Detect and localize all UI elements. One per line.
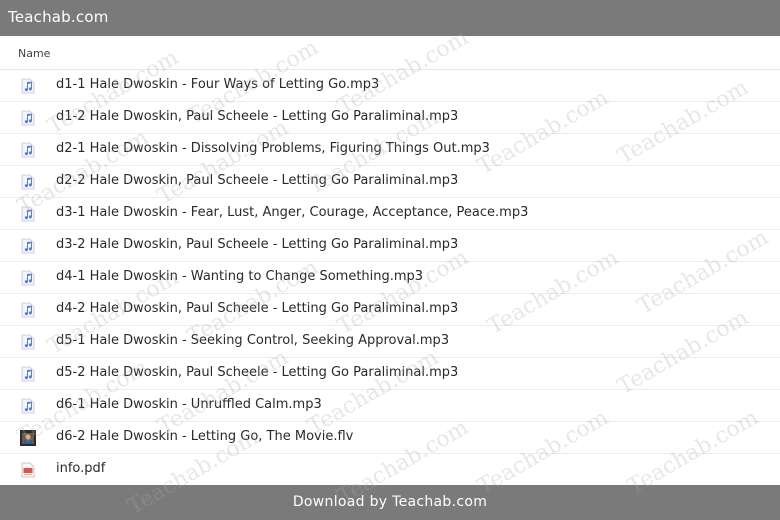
video-thumbnail-icon — [20, 430, 36, 446]
file-row[interactable]: d5-1 Hale Dwoskin - Seeking Control, See… — [0, 326, 780, 358]
audio-file-icon — [20, 174, 36, 190]
file-row[interactable]: d5-2 Hale Dwoskin, Paul Scheele - Lettin… — [0, 358, 780, 390]
file-name[interactable]: d6-1 Hale Dwoskin - Unruffled Calm.mp3 — [56, 397, 322, 412]
top-bar: Teachab.com — [0, 0, 780, 36]
file-row[interactable]: d6-2 Hale Dwoskin - Letting Go, The Movi… — [0, 422, 780, 454]
file-name[interactable]: d1-1 Hale Dwoskin - Four Ways of Letting… — [56, 77, 379, 92]
file-name[interactable]: d4-2 Hale Dwoskin, Paul Scheele - Lettin… — [56, 301, 458, 316]
file-row[interactable]: d3-1 Hale Dwoskin - Fear, Lust, Anger, C… — [0, 198, 780, 230]
pdf-file-icon — [20, 462, 36, 478]
file-name[interactable]: d2-2 Hale Dwoskin, Paul Scheele - Lettin… — [56, 173, 458, 188]
file-row[interactable]: d1-1 Hale Dwoskin - Four Ways of Letting… — [0, 70, 780, 102]
file-row[interactable]: d4-1 Hale Dwoskin - Wanting to Change So… — [0, 262, 780, 294]
audio-file-icon — [20, 270, 36, 286]
audio-file-icon — [20, 334, 36, 350]
file-row[interactable]: d2-2 Hale Dwoskin, Paul Scheele - Lettin… — [0, 166, 780, 198]
file-list: Name d1-1 Hale Dwoskin - Four Ways of Le… — [0, 36, 780, 486]
file-name[interactable]: d3-2 Hale Dwoskin, Paul Scheele - Lettin… — [56, 237, 458, 252]
file-row[interactable]: d3-2 Hale Dwoskin, Paul Scheele - Lettin… — [0, 230, 780, 262]
file-name[interactable]: info.pdf — [56, 461, 105, 476]
file-row[interactable]: info.pdf — [0, 454, 780, 486]
audio-file-icon — [20, 398, 36, 414]
footer-bar: Download by Teachab.com — [0, 485, 780, 520]
file-name[interactable]: d5-1 Hale Dwoskin - Seeking Control, See… — [56, 333, 449, 348]
audio-file-icon — [20, 238, 36, 254]
file-name[interactable]: d5-2 Hale Dwoskin, Paul Scheele - Lettin… — [56, 365, 458, 380]
audio-file-icon — [20, 78, 36, 94]
audio-file-icon — [20, 142, 36, 158]
audio-file-icon — [20, 366, 36, 382]
file-row[interactable]: d6-1 Hale Dwoskin - Unruffled Calm.mp3 — [0, 390, 780, 422]
file-name[interactable]: d4-1 Hale Dwoskin - Wanting to Change So… — [56, 269, 423, 284]
file-name[interactable]: d3-1 Hale Dwoskin - Fear, Lust, Anger, C… — [56, 205, 528, 220]
footer-text: Download by Teachab.com — [292, 494, 488, 510]
file-name[interactable]: d6-2 Hale Dwoskin - Letting Go, The Movi… — [56, 429, 353, 444]
file-row[interactable]: d2-1 Hale Dwoskin - Dissolving Problems,… — [0, 134, 780, 166]
file-row[interactable]: d4-2 Hale Dwoskin, Paul Scheele - Lettin… — [0, 294, 780, 326]
file-row[interactable]: d1-2 Hale Dwoskin, Paul Scheele - Lettin… — [0, 102, 780, 134]
audio-file-icon — [20, 110, 36, 126]
audio-file-icon — [20, 302, 36, 318]
name-column-header[interactable]: Name — [18, 47, 50, 60]
site-title: Teachab.com — [8, 8, 109, 26]
file-name[interactable]: d2-1 Hale Dwoskin - Dissolving Problems,… — [56, 141, 490, 156]
file-name[interactable]: d1-2 Hale Dwoskin, Paul Scheele - Lettin… — [56, 109, 458, 124]
table-header: Name — [0, 36, 780, 70]
audio-file-icon — [20, 206, 36, 222]
